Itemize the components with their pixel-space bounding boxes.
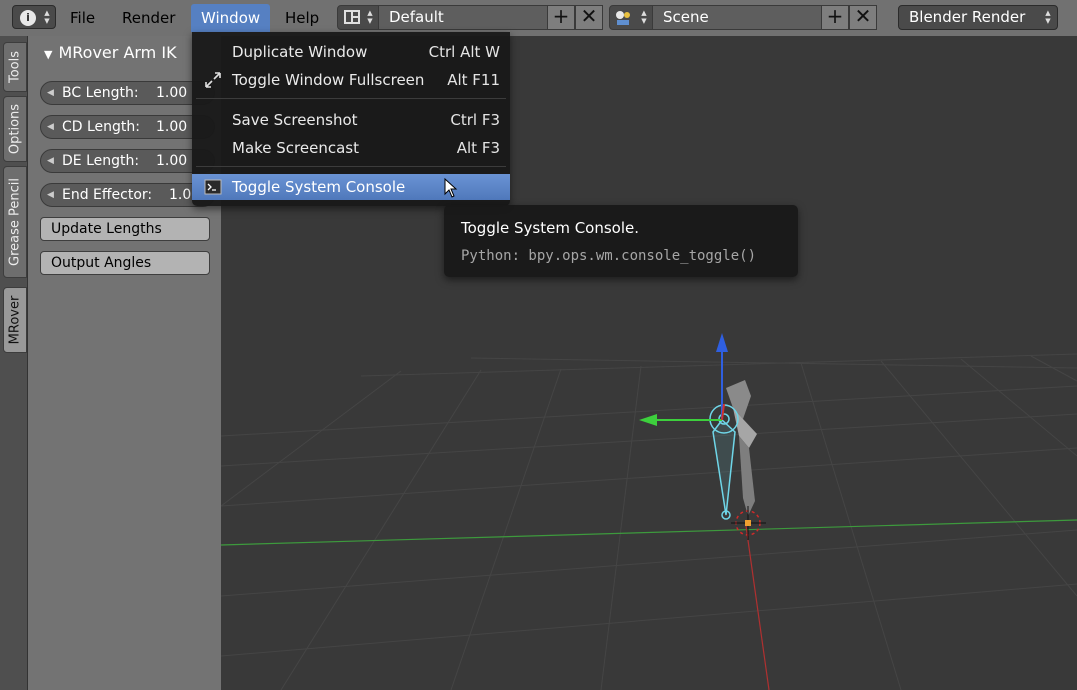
- decrement-arrow-icon[interactable]: ◀: [47, 150, 54, 172]
- mouse-cursor-icon: [444, 178, 458, 198]
- tab-grease-pencil[interactable]: Grease Pencil: [3, 166, 27, 278]
- armature-bone: [709, 404, 739, 520]
- menu-item-shortcut: Ctrl Alt W: [428, 43, 500, 61]
- decrement-arrow-icon[interactable]: ◀: [47, 184, 54, 206]
- menu-item-label: Toggle System Console: [232, 178, 406, 196]
- menu-item-make-screencast[interactable]: Make Screencast Alt F3: [192, 135, 510, 161]
- field-value: 1.00: [156, 153, 188, 169]
- menu-item-duplicate-window[interactable]: Duplicate Window Ctrl Alt W: [192, 39, 510, 65]
- menu-render[interactable]: Render: [112, 4, 185, 32]
- y-axis-line: [221, 519, 1077, 546]
- tab-mrover[interactable]: MRover: [3, 287, 27, 353]
- scene-name[interactable]: Scene: [652, 5, 822, 30]
- delete-scene-button[interactable]: ✕: [849, 5, 877, 30]
- tooltip-title: Toggle System Console.: [461, 219, 640, 237]
- delete-screen-button[interactable]: ✕: [575, 5, 603, 30]
- editor-type-selector[interactable]: i ▲ ▼: [12, 5, 56, 29]
- add-screen-button[interactable]: +: [547, 5, 575, 30]
- tool-shelf-tabs: Tools Options Grease Pencil MRover: [0, 36, 28, 690]
- menu-separator: [196, 166, 506, 167]
- tab-tools[interactable]: Tools: [3, 42, 27, 92]
- collapse-triangle-icon: ▼: [44, 48, 53, 61]
- menu-item-label: Make Screencast: [232, 139, 359, 157]
- menu-item-label: Toggle Window Fullscreen: [232, 71, 425, 89]
- tab-label: Options: [7, 103, 23, 155]
- tab-label: Tools: [7, 50, 23, 84]
- menu-item-shortcut: Alt F3: [456, 139, 500, 157]
- scene-selector[interactable]: ▲ ▼: [609, 5, 653, 30]
- menu-item-toggle-system-console[interactable]: Toggle System Console: [192, 174, 510, 200]
- info-icon: i: [20, 10, 36, 26]
- 3d-cursor: [731, 506, 766, 540]
- add-scene-button[interactable]: +: [821, 5, 849, 30]
- menu-separator: [196, 98, 506, 99]
- field-label: DE Length:: [62, 153, 140, 169]
- panel-header[interactable]: ▼ MRover Arm IK: [44, 43, 177, 62]
- decrement-arrow-icon[interactable]: ◀: [47, 116, 54, 138]
- menu-item-save-screenshot[interactable]: Save Screenshot Ctrl F3: [192, 107, 510, 133]
- updown-arrows-icon: ▲ ▼: [367, 9, 373, 25]
- screen-layout-selector[interactable]: ▲ ▼: [337, 5, 379, 30]
- screen-layout-name[interactable]: Default: [378, 5, 548, 30]
- field-value: 1.00: [156, 119, 188, 135]
- field-label: End Effector:: [62, 187, 153, 203]
- bc-length-field[interactable]: ◀ BC Length: 1.00: [40, 81, 215, 105]
- updown-arrows-icon: ▲ ▼: [641, 9, 647, 25]
- cd-length-field[interactable]: ◀ CD Length: 1.00: [40, 115, 215, 139]
- transform-manipulator: [639, 333, 728, 426]
- tab-label: Grease Pencil: [7, 178, 23, 266]
- floor-grid: [221, 353, 1077, 690]
- layout-icon: [344, 10, 360, 24]
- close-icon: ✕: [854, 4, 872, 28]
- menu-file[interactable]: File: [60, 4, 105, 32]
- scene-icon: [616, 11, 630, 25]
- de-length-field[interactable]: ◀ DE Length: 1.00: [40, 149, 215, 173]
- close-icon: ✕: [580, 4, 598, 28]
- tooltip-python: Python: bpy.ops.wm.console_toggle(): [461, 248, 757, 264]
- menu-item-toggle-fullscreen[interactable]: Toggle Window Fullscreen Alt F11: [192, 67, 510, 93]
- tab-label: MRover: [7, 295, 23, 345]
- menu-help[interactable]: Help: [275, 4, 329, 32]
- tab-options[interactable]: Options: [3, 96, 27, 162]
- menu-item-shortcut: Ctrl F3: [450, 111, 500, 129]
- field-value: 1.00: [156, 85, 188, 101]
- decrement-arrow-icon[interactable]: ◀: [47, 82, 54, 104]
- field-label: BC Length:: [62, 85, 139, 101]
- menu-item-label: Duplicate Window: [232, 43, 368, 61]
- output-angles-button[interactable]: Output Angles: [40, 251, 210, 275]
- x-axis-line: [745, 525, 770, 690]
- updown-arrows-icon: ▲ ▼: [44, 9, 50, 25]
- render-engine-label: Blender Render: [909, 8, 1026, 26]
- render-engine-selector[interactable]: Blender Render ▲ ▼: [898, 5, 1058, 30]
- window-menu: Duplicate Window Ctrl Alt W Toggle Windo…: [192, 32, 510, 206]
- field-label: CD Length:: [62, 119, 141, 135]
- fullscreen-icon: [205, 72, 221, 88]
- tooltip: Toggle System Console. Python: bpy.ops.w…: [444, 205, 798, 277]
- update-lengths-button[interactable]: Update Lengths: [40, 217, 210, 241]
- info-header: i ▲ ▼ File Render Window Help ▲ ▼ Default …: [0, 0, 1077, 36]
- menu-item-shortcut: Alt F11: [447, 71, 500, 89]
- plus-icon: +: [552, 4, 570, 28]
- console-icon: [204, 179, 222, 195]
- menu-item-label: Save Screenshot: [232, 111, 358, 129]
- menu-window[interactable]: Window: [191, 4, 271, 32]
- plus-icon: +: [826, 4, 844, 28]
- panel-title: MRover Arm IK: [58, 43, 177, 62]
- updown-arrows-icon: ▲ ▼: [1045, 9, 1051, 25]
- end-effector-field[interactable]: ◀ End Effector: 1.00: [40, 183, 215, 207]
